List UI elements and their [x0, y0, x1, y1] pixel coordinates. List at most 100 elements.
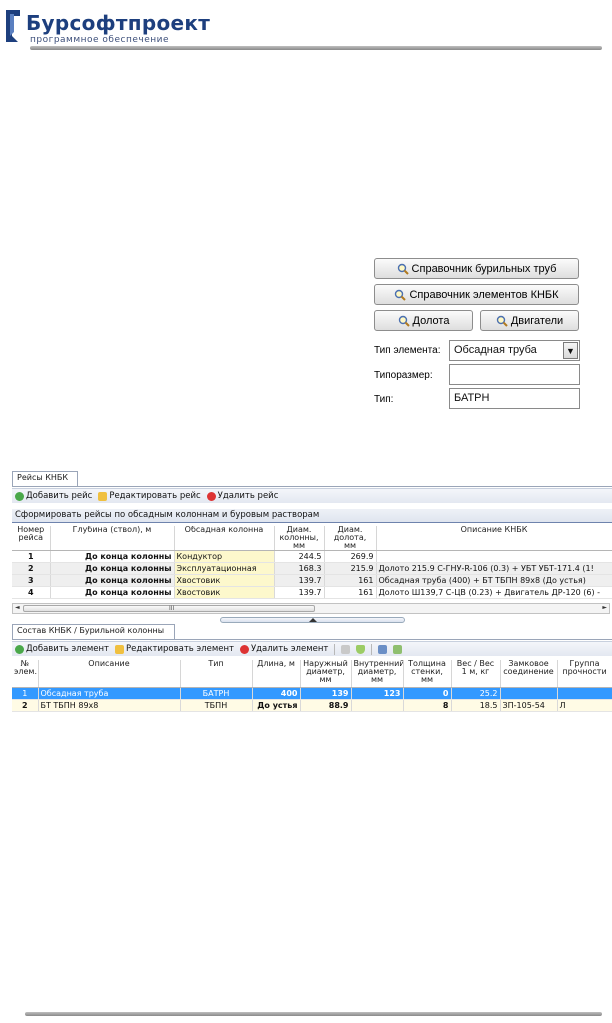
run-bit-diam: 161 — [324, 586, 377, 599]
table-row[interactable]: 2 До конца колонны Эксплуатационная 168.… — [12, 562, 612, 575]
run-description: Обсадная труба (400) + БТ ТБПН 89x8 (До … — [376, 574, 612, 587]
table-row[interactable]: 1 До конца колонны Кондуктор 244.5 269.9 — [12, 550, 612, 563]
column-header[interactable]: Длина, м — [252, 660, 301, 688]
run-casing: Эксплуатационная — [174, 562, 275, 575]
table-row-selected[interactable]: 1 Обсадная труба БАТРН 400 139 123 0 25.… — [12, 687, 612, 700]
delete-run-button[interactable]: Удалить рейс — [206, 491, 279, 501]
element-type-value: Обсадная труба — [454, 344, 537, 356]
copy-icon[interactable] — [393, 644, 403, 654]
motors-label: Двигатели — [510, 314, 564, 327]
column-header[interactable]: Описание КНБК — [376, 526, 612, 551]
generate-runs-action[interactable]: Сформировать рейсы по обсадным колоннам … — [12, 509, 612, 523]
element-wall-thickness: 0 — [403, 687, 452, 700]
column-header[interactable]: Тип — [180, 660, 253, 688]
add-run-label: Добавить рейс — [26, 491, 93, 501]
element-type: ТБПН — [180, 699, 253, 712]
scroll-right-arrow-icon[interactable]: ► — [602, 604, 607, 611]
column-header[interactable]: Толщина стенки, мм — [403, 660, 452, 688]
company-logo-icon — [6, 10, 20, 42]
edit-icon — [98, 491, 108, 501]
run-number: 4 — [12, 586, 51, 599]
tab-bha-runs[interactable]: Рейсы КНБК — [12, 471, 78, 486]
tab-baseline — [12, 639, 612, 640]
add-element-label: Добавить элемент — [26, 644, 109, 654]
delete-element-label: Удалить элемент — [250, 644, 329, 654]
element-grade: Л — [557, 699, 612, 712]
shield-icon[interactable] — [356, 644, 366, 654]
composition-toolbar: Добавить элемент Редактировать элемент У… — [12, 641, 612, 656]
dropdown-arrow-icon[interactable]: ▼ — [563, 342, 578, 359]
element-type-select[interactable]: Обсадная труба ▼ — [449, 340, 580, 361]
scroll-left-arrow-icon[interactable]: ◄ — [15, 604, 20, 611]
edit-element-button[interactable]: Редактировать элемент — [114, 644, 234, 654]
element-length: До устья — [252, 699, 301, 712]
drill-pipes-reference-button[interactable]: Справочник бурильных труб — [374, 258, 579, 279]
delete-element-button[interactable]: Удалить элемент — [239, 644, 329, 654]
column-header[interactable]: № элем. — [12, 660, 39, 688]
column-header[interactable]: Диам. колонны, мм — [274, 526, 325, 551]
run-casing-diam: 139.7 — [274, 586, 325, 599]
column-header[interactable]: Замковое соединение — [500, 660, 558, 688]
save-icon[interactable] — [378, 644, 388, 654]
kind-label: Тип: — [374, 394, 394, 405]
runs-horizontal-scrollbar[interactable]: ◄ III ► — [12, 603, 610, 614]
collapse-arrow-icon[interactable] — [309, 618, 317, 623]
edit-run-label: Редактировать рейс — [109, 491, 201, 501]
run-bit-diam: 269.9 — [324, 550, 377, 563]
run-depth: До конца колонны — [50, 562, 175, 575]
column-header[interactable]: Номер рейса — [12, 526, 51, 551]
table-row[interactable]: 2 БТ ТБПН 89x8 ТБПН До устья 88.9 8 18.5… — [12, 699, 612, 712]
delete-run-label: Удалить рейс — [217, 491, 279, 501]
runs-toolbar: Добавить рейс Редактировать рейс Удалить… — [12, 488, 612, 503]
magnifier-icon — [398, 315, 410, 327]
element-type-label: Тип элемента: — [374, 345, 441, 356]
bha-elements-reference-button[interactable]: Справочник элементов КНБК — [374, 284, 579, 305]
table-row[interactable]: 4 До конца колонны Хвостовик 139.7 161 Д… — [12, 586, 612, 599]
run-number: 2 — [12, 562, 51, 575]
edit-run-button[interactable]: Редактировать рейс — [98, 491, 201, 501]
delete-icon — [239, 644, 249, 654]
add-element-button[interactable]: Добавить элемент — [15, 644, 109, 654]
panel-splitter[interactable] — [220, 617, 405, 623]
column-header[interactable]: Группа прочности — [557, 660, 612, 688]
add-icon — [15, 491, 24, 501]
add-icon — [15, 644, 24, 654]
bits-label: Долота — [412, 314, 450, 327]
column-header[interactable]: Внутренний диаметр, мм — [351, 660, 404, 688]
edit-element-label: Редактировать элемент — [125, 644, 234, 654]
bha-elements-reference-label: Справочник элементов КНБК — [409, 288, 559, 301]
add-run-button[interactable]: Добавить рейс — [15, 491, 92, 501]
company-tagline: программное обеспечение — [30, 35, 170, 45]
run-depth: До конца колонны — [50, 550, 175, 563]
tab-bha-composition[interactable]: Состав КНБК / Бурильной колонны — [12, 624, 175, 639]
element-description: Обсадная труба — [38, 687, 181, 700]
column-header[interactable]: Обсадная колонна — [174, 526, 275, 551]
motors-button[interactable]: Двигатели — [480, 310, 579, 331]
column-header[interactable]: Описание — [38, 660, 181, 688]
element-grade — [557, 687, 612, 700]
run-description: Долото Ш139,7 С-ЦВ (0.23) + Двигатель ДР… — [376, 586, 612, 599]
table-row[interactable]: 3 До конца колонны Хвостовик 139.7 161 О… — [12, 574, 612, 587]
run-casing-diam: 139.7 — [274, 574, 325, 587]
kind-input[interactable]: БАТРН — [449, 388, 580, 409]
run-number: 1 — [12, 550, 51, 563]
run-casing: Хвостовик — [174, 586, 275, 599]
drill-pipes-reference-label: Справочник бурильных труб — [411, 262, 557, 275]
column-header[interactable]: Вес / Вес 1 м, кг — [451, 660, 501, 688]
run-casing-diam: 244.5 — [274, 550, 325, 563]
composition-table: № элем. Описание Тип Длина, м Наружный д… — [12, 660, 612, 712]
size-input[interactable] — [449, 364, 580, 385]
bits-button[interactable]: Долота — [374, 310, 473, 331]
run-depth: До конца колонны — [50, 586, 175, 599]
element-number: 1 — [12, 687, 39, 700]
column-header[interactable]: Глубина (ствол), м — [50, 526, 175, 551]
element-description: БТ ТБПН 89x8 — [38, 699, 181, 712]
element-number: 2 — [12, 699, 39, 712]
column-header[interactable]: Диам. долота, мм — [324, 526, 377, 551]
footer-divider — [25, 1012, 602, 1016]
element-inner-diameter — [351, 699, 404, 712]
column-header[interactable]: Наружный диаметр, мм — [300, 660, 352, 688]
move-up-icon[interactable] — [341, 644, 351, 654]
run-description — [376, 550, 612, 563]
scrollbar-thumb[interactable]: III — [23, 605, 315, 612]
